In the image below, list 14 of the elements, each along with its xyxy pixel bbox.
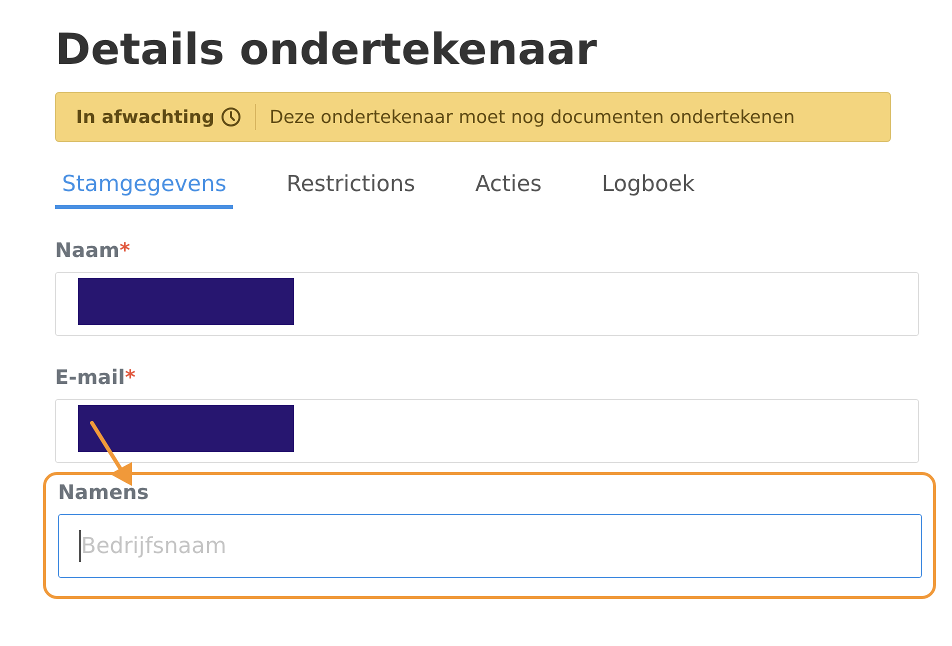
tab[interactable]: Acties — [468, 168, 549, 209]
required-mark: * — [120, 238, 130, 262]
input-field[interactable]: Bedrijfsnaam — [58, 514, 922, 578]
text-cursor — [79, 530, 81, 562]
status-label: In afwachting — [76, 106, 214, 128]
tab[interactable]: Logboek — [594, 168, 702, 209]
status-message: Deze ondertekenaar moet nog documenten ondertekenen — [270, 106, 795, 128]
field-label: E-mail — [55, 365, 126, 389]
required-mark: * — [125, 365, 136, 389]
page-title: Details ondertekenaar — [55, 24, 598, 77]
clock-icon — [220, 107, 240, 127]
tab[interactable]: Restrictions — [279, 168, 422, 209]
field-label: Naam — [55, 238, 120, 262]
field-label: Namens — [58, 480, 149, 504]
